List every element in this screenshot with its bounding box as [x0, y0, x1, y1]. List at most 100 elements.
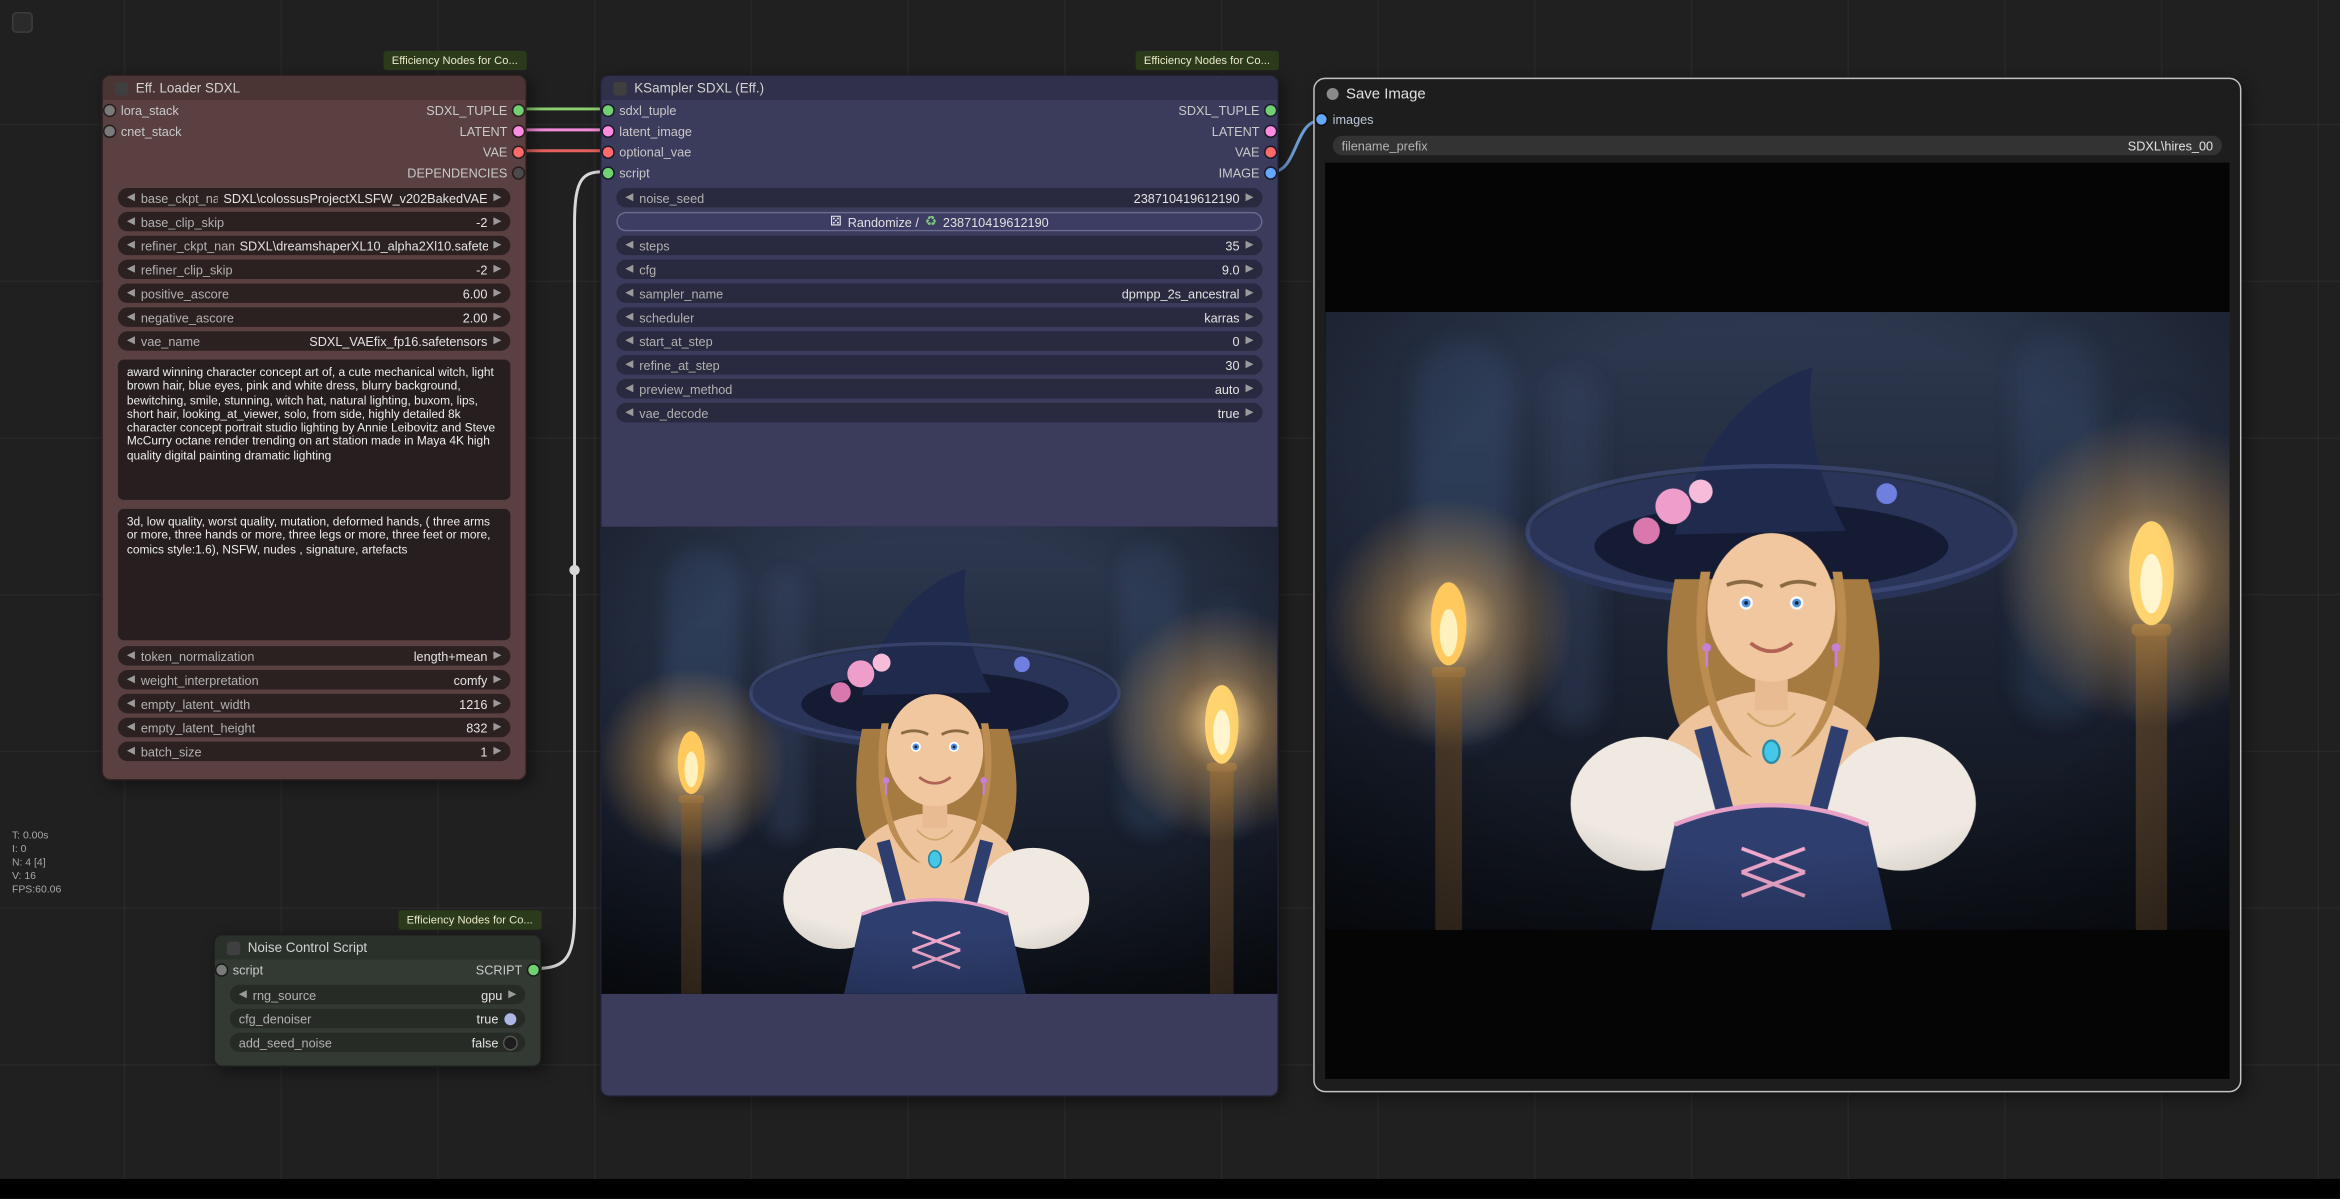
toggle-off-icon[interactable]: [504, 1036, 516, 1048]
output-port-latent[interactable]: [513, 126, 523, 136]
arrow-right-icon[interactable]: [1245, 360, 1253, 370]
widget-refiner-clip-skip[interactable]: refiner_clip_skip -2: [118, 260, 510, 279]
widget-steps[interactable]: steps 35: [616, 236, 1262, 255]
widget-empty-latent-height[interactable]: empty_latent_height 832: [118, 718, 510, 737]
arrow-left-icon[interactable]: [625, 312, 633, 322]
arrow-left-icon[interactable]: [625, 336, 633, 346]
arrow-right-icon[interactable]: [1245, 312, 1253, 322]
widget-start-at-step[interactable]: start_at_step 0: [616, 331, 1262, 350]
arrow-left-icon[interactable]: [127, 312, 135, 322]
arrow-right-icon[interactable]: [1245, 240, 1253, 250]
arrow-left-icon[interactable]: [127, 746, 135, 756]
widget-refiner-ckpt-name[interactable]: refiner_ckpt_name SDXL\dreamshaperXL10_a…: [118, 236, 510, 255]
menu-toggle-button[interactable]: [12, 12, 33, 33]
arrow-right-icon[interactable]: [493, 675, 501, 685]
node-header[interactable]: Noise Control Script: [215, 936, 540, 960]
arrow-left-icon[interactable]: [127, 216, 135, 226]
arrow-left-icon[interactable]: [127, 698, 135, 708]
arrow-right-icon[interactable]: [493, 264, 501, 274]
widget-empty-latent-width[interactable]: empty_latent_width 1216: [118, 694, 510, 713]
node-eff-loader-sdxl[interactable]: Eff. Loader SDXL lora_stack SDXL_TUPLE c…: [101, 75, 526, 781]
widget-rng-source[interactable]: rng_source gpu: [230, 985, 525, 1004]
arrow-left-icon[interactable]: [127, 651, 135, 661]
arrow-left-icon[interactable]: [625, 288, 633, 298]
node-save-image[interactable]: Save Image images filename_prefix SDXL\h…: [1313, 78, 2241, 1093]
arrow-right-icon[interactable]: [508, 989, 516, 999]
arrow-left-icon[interactable]: [127, 336, 135, 346]
widget-refine-at-step[interactable]: refine_at_step 30: [616, 355, 1262, 374]
widget-cfg[interactable]: cfg 9.0: [616, 260, 1262, 279]
input-port-latent-image[interactable]: [603, 126, 613, 136]
arrow-right-icon[interactable]: [1245, 264, 1253, 274]
arrow-right-icon[interactable]: [493, 216, 501, 226]
arrow-left-icon[interactable]: [625, 193, 633, 203]
widget-noise-seed[interactable]: noise_seed 238710419612190: [616, 188, 1262, 207]
arrow-right-icon[interactable]: [493, 722, 501, 732]
arrow-right-icon[interactable]: [493, 746, 501, 756]
node-header[interactable]: KSampler SDXL (Eff.): [601, 76, 1277, 100]
widget-base-clip-skip[interactable]: base_clip_skip -2: [118, 212, 510, 231]
arrow-right-icon[interactable]: [493, 288, 501, 298]
arrow-left-icon[interactable]: [127, 675, 135, 685]
node-header[interactable]: Eff. Loader SDXL: [103, 76, 525, 100]
collapse-icon[interactable]: [115, 81, 128, 94]
widget-add-seed-noise[interactable]: add_seed_noise false: [230, 1033, 525, 1052]
arrow-right-icon[interactable]: [1245, 407, 1253, 417]
output-port-dependencies[interactable]: [513, 168, 523, 178]
arrow-left-icon[interactable]: [625, 360, 633, 370]
widget-batch-size[interactable]: batch_size 1: [118, 742, 510, 761]
arrow-left-icon[interactable]: [625, 264, 633, 274]
randomize-seed-button[interactable]: Randomize / 238710419612190: [616, 212, 1262, 231]
arrow-right-icon[interactable]: [493, 193, 501, 203]
arrow-left-icon[interactable]: [127, 264, 135, 274]
widget-vae-decode[interactable]: vae_decode true: [616, 403, 1262, 422]
output-port-image[interactable]: [1265, 168, 1275, 178]
widget-preview-method[interactable]: preview_method auto: [616, 379, 1262, 398]
arrow-left-icon[interactable]: [127, 240, 135, 250]
arrow-right-icon[interactable]: [493, 651, 501, 661]
widget-filename-prefix[interactable]: filename_prefix SDXL\hires_00: [1333, 136, 2222, 155]
arrow-left-icon[interactable]: [127, 288, 135, 298]
node-ksampler-sdxl[interactable]: KSampler SDXL (Eff.) sdxl_tuple SDXL_TUP…: [600, 75, 1279, 1097]
input-port-script[interactable]: [216, 965, 226, 975]
input-port-images[interactable]: [1316, 114, 1326, 124]
widget-weight-interpretation[interactable]: weight_interpretation comfy: [118, 670, 510, 689]
arrow-right-icon[interactable]: [493, 240, 501, 250]
arrow-right-icon[interactable]: [1245, 336, 1253, 346]
widget-cfg-denoiser[interactable]: cfg_denoiser true: [230, 1009, 525, 1028]
arrow-right-icon[interactable]: [493, 336, 501, 346]
arrow-right-icon[interactable]: [1245, 288, 1253, 298]
widget-scheduler[interactable]: scheduler karras: [616, 307, 1262, 326]
collapse-icon[interactable]: [227, 941, 240, 954]
output-port-sdxl-tuple[interactable]: [1265, 105, 1275, 115]
positive-prompt-textarea[interactable]: award winning character concept art of, …: [118, 360, 510, 500]
arrow-left-icon[interactable]: [625, 240, 633, 250]
node-header[interactable]: Save Image: [1315, 79, 2240, 109]
output-port-vae[interactable]: [513, 147, 523, 157]
widget-token-normalization[interactable]: token_normalization length+mean: [118, 646, 510, 665]
widget-vae-name[interactable]: vae_name SDXL_VAEfix_fp16.safetensors: [118, 331, 510, 350]
output-port-latent[interactable]: [1265, 126, 1275, 136]
output-port-sdxl-tuple[interactable]: [513, 105, 523, 115]
arrow-right-icon[interactable]: [1245, 193, 1253, 203]
widget-sampler-name[interactable]: sampler_name dpmpp_2s_ancestral: [616, 284, 1262, 303]
arrow-left-icon[interactable]: [127, 193, 135, 203]
arrow-left-icon[interactable]: [127, 722, 135, 732]
arrow-left-icon[interactable]: [625, 407, 633, 417]
widget-positive-ascore[interactable]: positive_ascore 6.00: [118, 284, 510, 303]
arrow-left-icon[interactable]: [239, 989, 247, 999]
input-port-cnet-stack[interactable]: [104, 126, 114, 136]
input-port-sdxl-tuple[interactable]: [603, 105, 613, 115]
arrow-right-icon[interactable]: [1245, 384, 1253, 394]
output-port-script[interactable]: [528, 965, 538, 975]
input-port-lora-stack[interactable]: [104, 105, 114, 115]
arrow-left-icon[interactable]: [625, 384, 633, 394]
node-graph-canvas[interactable]: Efficiency Nodes for Co... Efficiency No…: [0, 0, 2340, 1199]
arrow-right-icon[interactable]: [493, 698, 501, 708]
toggle-on-icon[interactable]: [504, 1013, 516, 1025]
collapse-icon[interactable]: [613, 81, 626, 94]
widget-negative-ascore[interactable]: negative_ascore 2.00: [118, 307, 510, 326]
input-port-optional-vae[interactable]: [603, 147, 613, 157]
input-port-script[interactable]: [603, 168, 613, 178]
widget-base-ckpt-name[interactable]: base_ckpt_name SDXL\colossusProjectXLSFW…: [118, 188, 510, 207]
